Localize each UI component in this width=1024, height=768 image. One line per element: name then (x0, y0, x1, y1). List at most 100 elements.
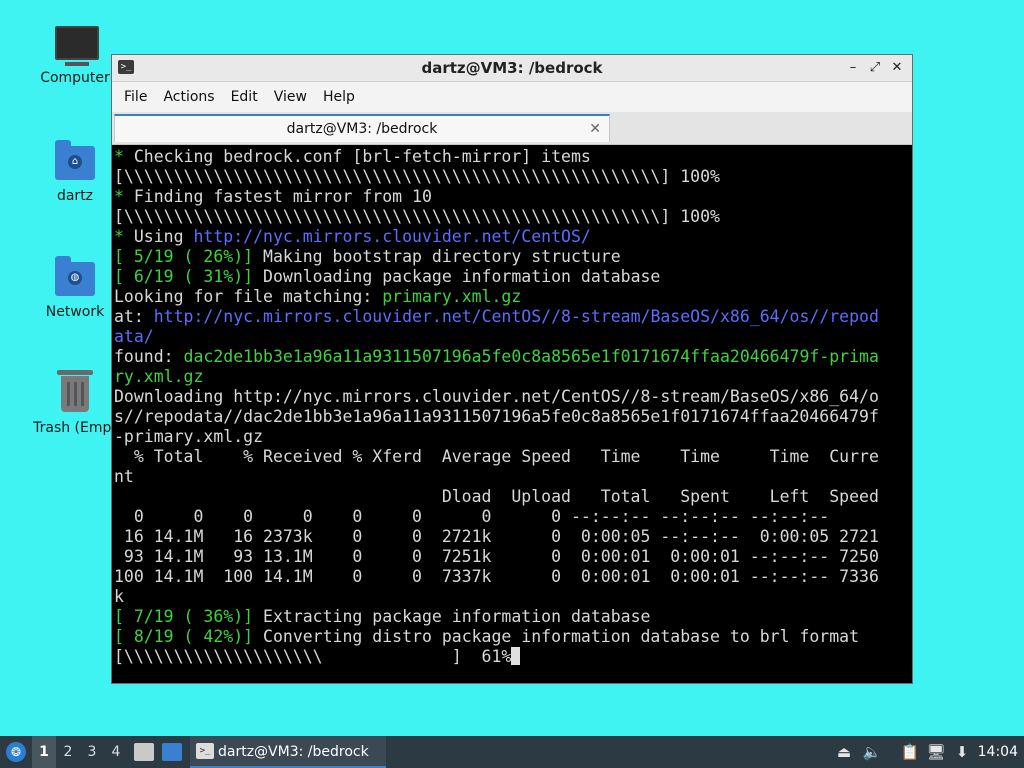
desktop-icon-trash[interactable]: Trash (Empt (27, 370, 123, 436)
terminal-text: 16 14.1M 16 2373k 0 0 2721k 0 0:00:05 --… (114, 527, 879, 546)
terminal-text: [\\\\\\\\\\\\\\\\\\\\\\\\\\\\\\\\\\\\\\\… (114, 207, 720, 226)
terminal-text: 0 0 0 0 0 0 0 0 --:--:-- --:--:-- --:--:… (114, 507, 879, 526)
desktop-icon-network[interactable]: ◍ Network (27, 256, 123, 320)
clipboard-icon[interactable]: 📋 (900, 736, 920, 768)
terminal-output[interactable]: * Checking bedrock.conf [brl-fetch-mirro… (114, 145, 910, 681)
taskbar-task-terminal[interactable]: >_ dartz@VM3: /bedrock (190, 736, 386, 768)
terminal-line: [\\\\\\\\\\\\\\\\\\\\\\\\\\\\\\\\\\\\\\\… (114, 207, 910, 227)
terminal-line: Dload Upload Total Spent Left Speed (114, 487, 910, 507)
terminal-text: [\\\\\\\\\\\\\\\\\\\\ ] 61% (114, 647, 512, 666)
terminal-line: nt (114, 467, 910, 487)
menu-help[interactable]: Help (315, 89, 363, 105)
clock[interactable]: 14:04 (978, 736, 1018, 768)
terminal-text: Finding fastest mirror from 10 (133, 187, 432, 206)
workspace-3[interactable]: 3 (80, 736, 104, 768)
window-title: dartz@VM3: /bedrock (421, 59, 603, 77)
update-notifier-icon[interactable]: ⬇ (952, 736, 972, 768)
terminal-text: [ 5/19 ( 26%)] (114, 247, 254, 266)
terminal-text: dac2de1bb3e1a96a11a9311507196a5fe0c8a856… (183, 347, 879, 366)
menu-actions[interactable]: Actions (155, 89, 222, 105)
terminal-line: [ 5/19 ( 26%)] Making bootstrap director… (114, 247, 910, 267)
file-manager-icon[interactable] (134, 743, 154, 761)
desktop-icon-computer[interactable]: Computer (27, 22, 123, 86)
terminal-text: Dload Upload Total Spent Left Speed (114, 487, 879, 506)
menu-view[interactable]: View (266, 89, 315, 105)
terminal-text: Converting distro package information da… (253, 627, 860, 646)
terminal-line: 0 0 0 0 0 0 0 0 --:--:-- --:--:-- --:--:… (114, 507, 910, 527)
terminal-task-icon: >_ (196, 743, 214, 759)
terminal-text: [ 6/19 ( 31%)] (114, 267, 254, 286)
terminal-text: ata/ (114, 327, 154, 346)
terminal-text: [ 8/19 ( 42%)] (114, 627, 254, 646)
terminal-window[interactable]: >_ dartz@VM3: /bedrock – ⤢ ✕ File Action… (111, 54, 913, 684)
terminal-line: [ 7/19 ( 36%)] Extracting package inform… (114, 607, 910, 627)
tab-terminal[interactable]: dartz@VM3: /bedrock ✕ (114, 114, 610, 142)
terminal-line: [\\\\\\\\\\\\\\\\\\\\ ] 61% (114, 647, 910, 667)
terminal-text: [\\\\\\\\\\\\\\\\\\\\\\\\\\\\\\\\\\\\\\\… (114, 167, 720, 186)
desktop-icon-label: Computer (40, 70, 110, 86)
terminal-text: 100 14.1M 100 14.1M 0 0 7337k 0 0:00:01 … (114, 567, 879, 586)
terminal-line: * Finding fastest mirror from 10 (114, 187, 910, 207)
close-button[interactable]: ✕ (888, 58, 906, 78)
taskbar: ❂ 1 2 3 4 >_ dartz@VM3: /bedrock ⏏ 🔈 📋 🖥… (0, 736, 1024, 768)
start-menu-icon[interactable]: ❂ (6, 742, 26, 762)
terminal-line: Looking for file matching: primary.xml.g… (114, 287, 910, 307)
terminal-text: http://nyc.mirrors.clouvider.net/CentOS/… (153, 307, 879, 326)
terminal-text: Making bootstrap directory structure (253, 247, 621, 266)
window-titlebar[interactable]: >_ dartz@VM3: /bedrock – ⤢ ✕ (112, 55, 912, 82)
terminal-line: [ 8/19 ( 42%)] Converting distro package… (114, 627, 910, 647)
network-tray-icon[interactable]: 🖥 (926, 736, 946, 768)
eject-icon[interactable]: ⏏ (834, 736, 854, 768)
desktop-icon-home[interactable]: ⌂ dartz (27, 140, 123, 204)
menu-edit[interactable]: Edit (223, 89, 266, 105)
terminal-text: http://nyc.mirrors.clouvider.net/CentOS/ (193, 227, 591, 246)
terminal-text: Extracting package information database (253, 607, 651, 626)
terminal-text: s//repodata//dac2de1bb3e1a96a11a93115071… (114, 407, 879, 426)
terminal-line: s//repodata//dac2de1bb3e1a96a11a93115071… (114, 407, 910, 427)
terminal-text: primary.xml.gz (382, 287, 522, 306)
terminal-text: ry.xml.gz (114, 367, 204, 386)
terminal-line: [\\\\\\\\\\\\\\\\\\\\\\\\\\\\\\\\\\\\\\\… (114, 167, 910, 187)
terminal-text: found: (114, 347, 184, 366)
terminal-text: Downloading package information database (253, 267, 661, 286)
terminal-line: k (114, 587, 910, 607)
maximize-button[interactable]: ⤢ (866, 58, 884, 78)
desktop-icon-label: Network (45, 304, 105, 320)
terminal-text: Checking bedrock.conf [brl-fetch-mirror]… (133, 147, 591, 166)
workspace-4[interactable]: 4 (104, 736, 128, 768)
network-folder-icon: ◍ (53, 256, 97, 300)
terminal-line: found: dac2de1bb3e1a96a11a9311507196a5fe… (114, 347, 910, 367)
terminal-text: nt (114, 467, 134, 486)
terminal-line: * Using http://nyc.mirrors.clouvider.net… (114, 227, 910, 247)
home-folder-icon: ⌂ (53, 140, 97, 184)
taskbar-task-title: dartz@VM3: /bedrock (218, 744, 369, 760)
terminal-line: 93 14.1M 93 13.1M 0 0 7251k 0 0:00:01 0:… (114, 547, 910, 567)
minimize-button[interactable]: – (844, 58, 862, 78)
terminal-text: % Total % Received % Xferd Average Speed… (114, 447, 879, 466)
tab-bar: dartz@VM3: /bedrock ✕ (112, 112, 912, 145)
terminal-line: at: http://nyc.mirrors.clouvider.net/Cen… (114, 307, 910, 327)
workspace-2[interactable]: 2 (56, 736, 80, 768)
terminal-text: Downloading http://nyc.mirrors.clouvider… (114, 387, 879, 406)
terminal-text: at: (114, 307, 154, 326)
tab-close-icon[interactable]: ✕ (589, 118, 601, 140)
workspace-1[interactable]: 1 (32, 736, 56, 768)
terminal-text: k (114, 587, 124, 606)
terminal-text: 93 14.1M 93 13.1M 0 0 7251k 0 0:00:01 0:… (114, 547, 879, 566)
show-desktop-icon[interactable] (162, 743, 182, 761)
terminal-text: -primary.xml.gz (114, 427, 264, 446)
tab-title: dartz@VM3: /bedrock (286, 121, 438, 137)
menu-file[interactable]: File (116, 89, 155, 105)
terminal-text: [ 7/19 ( 36%)] (114, 607, 254, 626)
desktop-icon-label: dartz (56, 188, 94, 204)
terminal-line: * Checking bedrock.conf [brl-fetch-mirro… (114, 147, 910, 167)
volume-icon[interactable]: 🔈 (862, 736, 882, 768)
terminal-line: 100 14.1M 100 14.1M 0 0 7337k 0 0:00:01 … (114, 567, 910, 587)
window-controls: – ⤢ ✕ (844, 58, 906, 78)
terminal-text: Looking for file matching: (114, 287, 383, 306)
terminal-text: Using (133, 227, 194, 246)
terminal-line: [ 6/19 ( 31%)] Downloading package infor… (114, 267, 910, 287)
trash-icon (53, 370, 97, 416)
terminal-line: ata/ (114, 327, 910, 347)
terminal-line: -primary.xml.gz (114, 427, 910, 447)
